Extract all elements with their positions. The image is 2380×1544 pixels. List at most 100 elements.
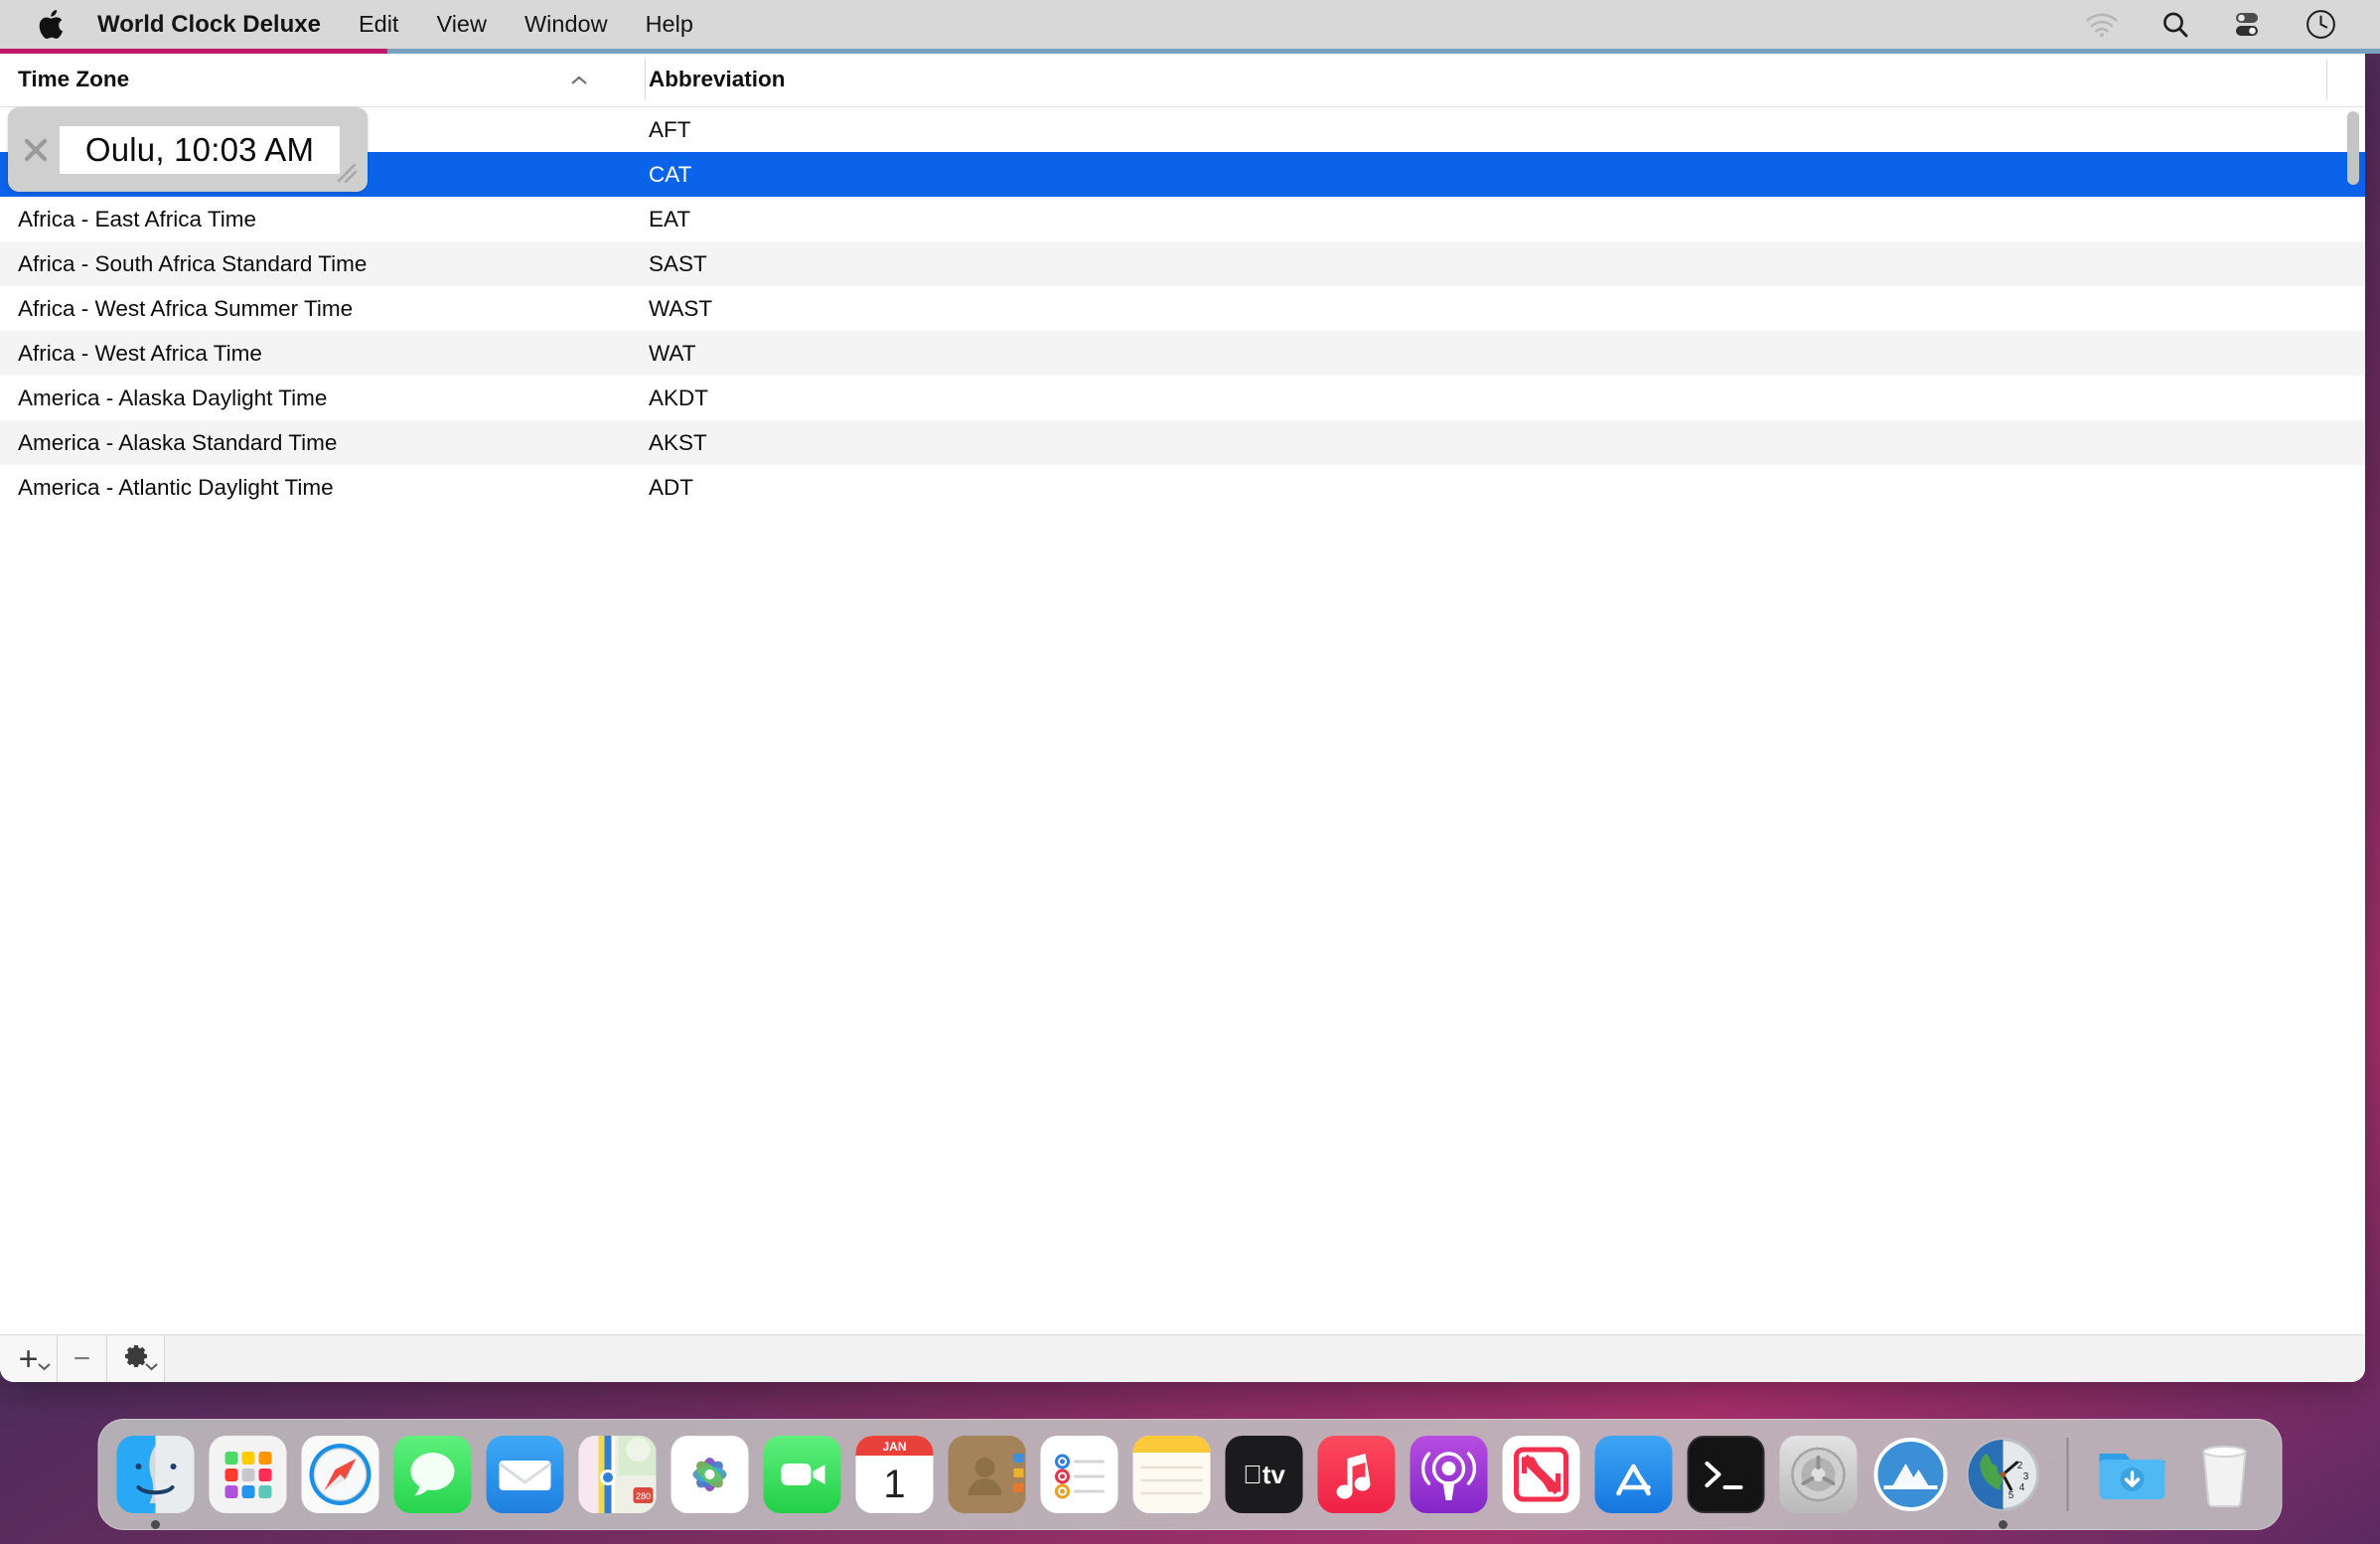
dock-item-music[interactable]: [1318, 1436, 1396, 1513]
timezone-row[interactable]: Africa - West Africa TimeWAT: [0, 331, 2365, 376]
messages-icon: [394, 1436, 472, 1513]
window-accent-strip: [0, 49, 2380, 54]
menu-bar: World Clock Deluxe Edit View Window Help: [0, 0, 2380, 49]
timezone-cell-secondary: WAT: [630, 341, 695, 367]
dock: 280: [98, 1419, 2283, 1530]
dock-separator: [2067, 1438, 2069, 1511]
svg-text:280: 280: [636, 1491, 651, 1501]
timezone-scrollbar[interactable]: [2344, 109, 2362, 489]
timezone-row[interactable]: America - Alaska Standard TimeAKST: [0, 420, 2365, 465]
dock-item-finder[interactable]: [117, 1436, 195, 1513]
clock-widget-time: Oulu, 10:03 AM: [60, 126, 340, 174]
timezone-row[interactable]: Africa - South Africa Standard TimeSAST: [0, 241, 2365, 286]
menu-item-app-name[interactable]: World Clock Deluxe: [97, 11, 321, 39]
timezone-cell-secondary: ADT: [630, 475, 693, 501]
podcasts-icon: [1411, 1436, 1488, 1513]
column-header-time-zone[interactable]: Time Zone: [0, 67, 630, 92]
remove-timezone-button[interactable]: −: [58, 1335, 107, 1382]
downloads-folder-icon: [2094, 1436, 2171, 1513]
menu-bar-status-area: [2085, 9, 2380, 40]
timezone-row[interactable]: Africa - East Africa TimeEAT: [0, 197, 2365, 241]
header-divider-right: [2326, 60, 2327, 99]
dock-item-reminders[interactable]: [1041, 1436, 1118, 1513]
mail-icon: [487, 1436, 564, 1513]
timezone-cell-secondary: CAT: [630, 162, 691, 188]
dock-item-maps[interactable]: 280: [579, 1436, 657, 1513]
dock-item-system-settings[interactable]: [1780, 1436, 1858, 1513]
timezone-scrollbar-thumb[interactable]: [2347, 111, 2359, 185]
menu-item-window[interactable]: Window: [524, 11, 608, 38]
column-header-abbreviation[interactable]: Abbreviation: [630, 67, 786, 92]
dock-item-mail[interactable]: [487, 1436, 564, 1513]
news-icon: [1503, 1436, 1580, 1513]
facetime-icon: [764, 1436, 841, 1513]
header-divider: [645, 60, 646, 99]
notes-icon: [1133, 1436, 1211, 1513]
music-icon: [1318, 1436, 1396, 1513]
menu-item-edit[interactable]: Edit: [359, 11, 399, 38]
floating-clock-widget[interactable]: Oulu, 10:03 AM: [8, 107, 368, 192]
timezone-toolbar: + −: [0, 1334, 2365, 1382]
svg-text:4: 4: [2019, 1482, 2025, 1493]
add-timezone-label: +: [19, 1342, 39, 1376]
dock-item-notes[interactable]: [1133, 1436, 1211, 1513]
dock-item-facetime[interactable]: [764, 1436, 841, 1513]
svg-text:5: 5: [2008, 1490, 2014, 1501]
maps-icon: 280: [579, 1436, 657, 1513]
dock-item-launchpad[interactable]: [210, 1436, 287, 1513]
finder-icon: [117, 1436, 195, 1513]
timezone-cell-secondary: AFT: [630, 117, 691, 143]
dock-item-contacts[interactable]: [949, 1436, 1026, 1513]
search-icon[interactable]: [2160, 10, 2190, 40]
chevron-down-icon: [37, 1359, 52, 1377]
timezone-table-header: Time Zone Abbreviation: [0, 52, 2365, 107]
apple-tv-icon: tv: [1226, 1436, 1303, 1513]
dock-item-news[interactable]: [1503, 1436, 1580, 1513]
timezone-settings-button[interactable]: [107, 1335, 165, 1382]
dock-item-calendar[interactable]: JAN 1: [856, 1436, 934, 1513]
timezone-cell-secondary: EAT: [630, 207, 690, 232]
clock-icon[interactable]: [2306, 9, 2336, 40]
chevron-down-icon: [144, 1359, 159, 1377]
menu-item-help[interactable]: Help: [646, 11, 693, 38]
timezone-row[interactable]: America - Alaska Daylight TimeAKDT: [0, 376, 2365, 420]
calendar-month-label: JAN: [882, 1440, 906, 1454]
timezone-cell-primary: America - Alaska Daylight Time: [0, 386, 630, 411]
dock-item-podcasts[interactable]: [1411, 1436, 1488, 1513]
dock-item-world-clock-deluxe[interactable]: 2 3 4 5: [1965, 1436, 2042, 1513]
dock-item-safari[interactable]: [302, 1436, 379, 1513]
timezone-cell-primary: Africa - East Africa Time: [0, 207, 630, 232]
timezone-cell-secondary: AKDT: [630, 386, 708, 411]
add-timezone-button[interactable]: +: [0, 1335, 58, 1382]
menu-item-view[interactable]: View: [436, 11, 487, 38]
dock-item-downloads-folder[interactable]: [2094, 1436, 2171, 1513]
resize-grip-icon[interactable]: [333, 159, 359, 185]
running-indicator: [1999, 1520, 2008, 1529]
timezone-row[interactable]: America - Atlantic Daylight TimeADT: [0, 465, 2365, 510]
calendar-icon: JAN 1: [856, 1436, 934, 1513]
timezone-cell-primary: Africa - South Africa Standard Time: [0, 251, 630, 277]
timezone-row[interactable]: Africa - West Africa Summer TimeWAST: [0, 286, 2365, 331]
timezone-cell-secondary: SAST: [630, 251, 707, 277]
dock-item-terminal[interactable]: [1688, 1436, 1765, 1513]
world-clock-deluxe-icon: 2 3 4 5: [1965, 1436, 2042, 1513]
system-settings-icon: [1780, 1436, 1858, 1513]
accent-strip-pink: [0, 49, 387, 54]
app-window: Cities & Time Zones Clocks: [0, 52, 2365, 1382]
close-icon[interactable]: [14, 128, 58, 172]
dock-item-trash[interactable]: [2186, 1436, 2264, 1513]
timezone-cell-secondary: AKST: [630, 430, 707, 456]
dock-item-app-store[interactable]: [1595, 1436, 1673, 1513]
dock-item-apple-tv[interactable]: tv: [1226, 1436, 1303, 1513]
dock-item-messages[interactable]: [394, 1436, 472, 1513]
control-center-icon[interactable]: [2232, 11, 2264, 39]
photos-icon: [671, 1436, 749, 1513]
dock-item-photos[interactable]: [671, 1436, 749, 1513]
safari-icon: [302, 1436, 379, 1513]
wifi-icon[interactable]: [2085, 12, 2119, 38]
timezone-cell-primary: America - Alaska Standard Time: [0, 430, 630, 456]
timezone-cell-primary: Africa - West Africa Summer Time: [0, 296, 630, 322]
apple-logo-icon[interactable]: [38, 10, 64, 40]
contacts-icon: [949, 1436, 1026, 1513]
dock-item-mountain-app[interactable]: [1872, 1436, 1950, 1513]
